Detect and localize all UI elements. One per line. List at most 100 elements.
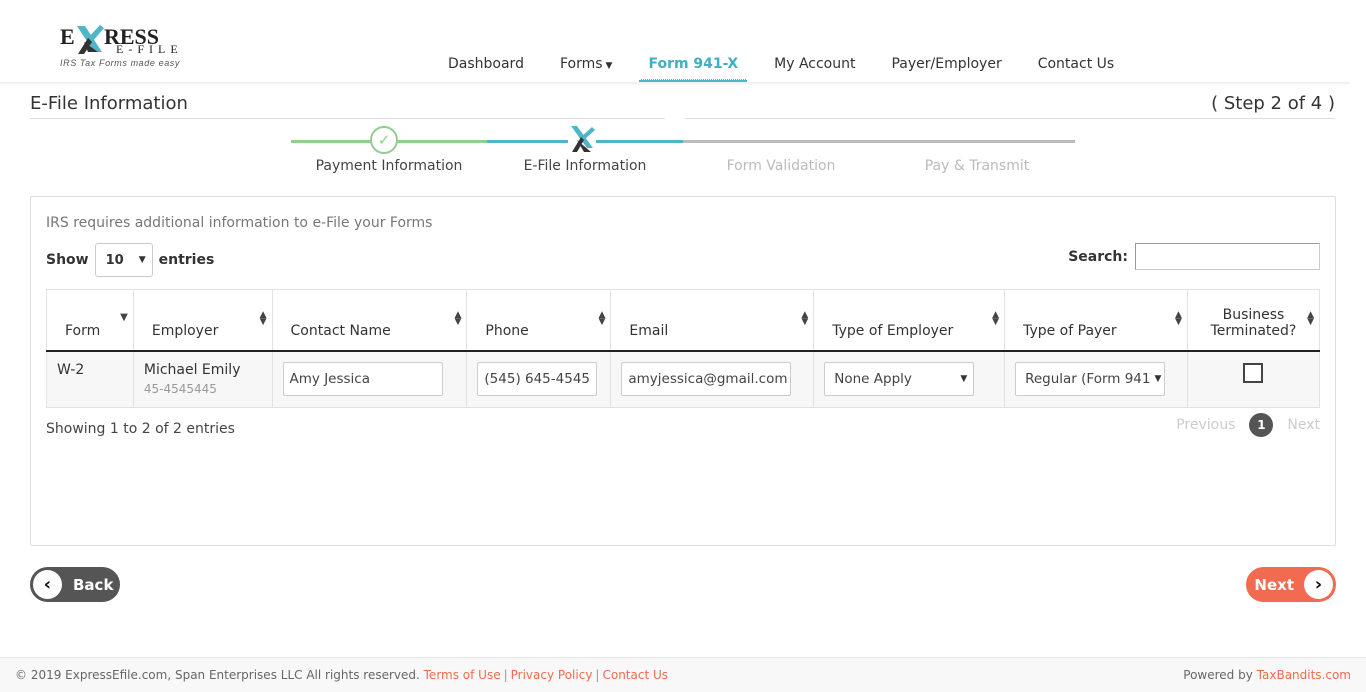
nav-form-941x[interactable]: Form 941-X	[630, 55, 756, 84]
footer: © 2019 ExpressEfile.com, Span Enterprise…	[0, 657, 1366, 692]
progress-stepper: ✓ Payment Information E-File Information…	[291, 124, 1075, 184]
scrollbar-area	[1350, 0, 1366, 80]
cell-business-terminated	[1186, 350, 1321, 408]
dropdown-arrow-icon: ▼	[138, 255, 146, 265]
sort-desc-icon: ▼	[120, 312, 128, 323]
search-input[interactable]	[1135, 243, 1320, 270]
type-of-employer-value: None Apply	[834, 371, 912, 388]
nav-dashboard[interactable]: Dashboard	[430, 55, 542, 77]
cell-phone: (545) 645-4545	[466, 350, 612, 408]
title-divider-right	[685, 118, 1335, 119]
entries-summary: Showing 1 to 2 of 2 entries	[46, 421, 235, 437]
phone-input[interactable]: (545) 645-4545	[477, 362, 598, 397]
logo-x-icon	[74, 22, 104, 56]
sort-icon: ▲ ▼	[1175, 310, 1182, 327]
step-pay-transmit: Pay & Transmit	[924, 158, 1030, 174]
back-button[interactable]: ‹ Back	[30, 567, 120, 602]
column-header-employer[interactable]: Employer ▲ ▼	[132, 289, 273, 352]
column-header-business-terminated[interactable]: Business Terminated? ▲ ▼	[1186, 289, 1321, 352]
current-step-x-icon	[568, 124, 596, 154]
separator: |	[595, 668, 600, 682]
nav-my-account[interactable]: My Account	[756, 55, 873, 77]
privacy-policy-link[interactable]: Privacy Policy	[511, 668, 593, 682]
entries-label: entries	[158, 252, 215, 268]
header: EXPRESS E-FILE IRS Tax Forms made easy D…	[0, 0, 1366, 84]
efile-table: Form ▼ Employer ▲ ▼ Contact Name ▲ ▼ Phone ▲ ▼ …	[46, 289, 1321, 408]
step-form-validation: Form Validation	[726, 158, 836, 174]
step-indicator: ( Step 2 of 4 )	[1211, 93, 1335, 114]
caret-down-icon: ▼	[605, 61, 613, 71]
cell-form: W-2	[46, 350, 134, 408]
express-efile-logo[interactable]: EXPRESS E-FILE IRS Tax Forms made easy	[58, 22, 188, 72]
column-header-phone[interactable]: Phone ▲ ▼	[466, 289, 612, 352]
nav-forms[interactable]: Forms ▼	[542, 55, 630, 77]
chevron-right-icon: ›	[1304, 570, 1333, 599]
employer-name: Michael Emily	[143, 361, 241, 378]
title-divider	[30, 118, 665, 119]
dropdown-arrow-icon: ▼	[960, 374, 968, 385]
next-page-button[interactable]: Next	[1287, 417, 1320, 433]
table-header-row: Form ▼ Employer ▲ ▼ Contact Name ▲ ▼ Phone ▲ ▼ …	[46, 289, 1321, 352]
footer-contact-us-link[interactable]: Contact Us	[602, 668, 668, 682]
employer-ein: 45-4545445	[143, 381, 217, 396]
cell-type-of-employer: None Apply ▼	[813, 350, 1006, 408]
type-of-payer-value: Regular (Form 941	[1025, 371, 1151, 388]
logo-tagline: IRS Tax Forms made easy	[60, 58, 181, 68]
separator: |	[503, 668, 508, 682]
search-control: Search:	[1068, 243, 1320, 270]
footer-copyright-area: © 2019 ExpressEfile.com, Span Enterprise…	[15, 668, 668, 682]
terms-of-use-link[interactable]: Terms of Use	[424, 668, 501, 682]
cell-contact-name: Amy Jessica	[271, 350, 468, 408]
efile-info-panel: IRS requires additional information to e…	[30, 196, 1336, 546]
page-1-button[interactable]: 1	[1249, 413, 1274, 437]
column-header-email[interactable]: Email ▲ ▼	[610, 289, 815, 352]
column-header-type-of-payer[interactable]: Type of Payer ▲ ▼	[1004, 289, 1188, 352]
column-header-form[interactable]: Form ▼	[46, 289, 134, 352]
dropdown-arrow-icon: ▼	[1154, 374, 1162, 385]
cell-email: amyjessica@gmail.com	[610, 350, 815, 408]
business-terminated-checkbox[interactable]	[1243, 363, 1264, 384]
step-payment-information: Payment Information	[315, 158, 463, 174]
cell-type-of-payer: Regular (Form 941 ▼	[1004, 350, 1188, 408]
cell-employer: Michael Emily 45-4545445	[132, 350, 273, 408]
show-label: Show	[46, 252, 89, 268]
sort-icon: ▲ ▼	[801, 310, 809, 327]
next-label: Next	[1254, 575, 1294, 594]
page-title: E-File Information	[30, 93, 188, 114]
table-row: W-2 Michael Emily 45-4545445 Amy Jessica…	[46, 350, 1321, 408]
search-label: Search:	[1068, 248, 1128, 265]
sort-icon: ▲ ▼	[259, 310, 267, 327]
page-size-select[interactable]: 10 ▼	[94, 243, 153, 277]
powered-by: Powered by TaxBandits.com	[1183, 668, 1351, 682]
page-size-value: 10	[105, 252, 124, 268]
column-header-contact-name[interactable]: Contact Name ▲ ▼	[271, 289, 468, 352]
main-nav: Dashboard Forms ▼ Form 941-X My Account P…	[430, 55, 1132, 84]
email-input[interactable]: amyjessica@gmail.com	[621, 362, 792, 397]
chevron-left-icon: ‹	[33, 570, 62, 599]
header-divider	[0, 82, 1350, 85]
nav-forms-label: Forms	[559, 56, 603, 72]
nav-contact-us[interactable]: Contact Us	[1020, 55, 1132, 77]
column-header-type-of-employer[interactable]: Type of Employer ▲ ▼	[813, 289, 1006, 352]
sort-icon: ▲ ▼	[992, 310, 1000, 327]
checkmark-icon: ✓	[370, 126, 398, 154]
back-label: Back	[73, 575, 114, 594]
sort-icon: ▲ ▼	[1307, 310, 1314, 327]
logo-sub: E-FILE	[116, 42, 183, 56]
stepper-segment-pending	[683, 140, 1075, 143]
contact-name-input[interactable]: Amy Jessica	[282, 362, 443, 397]
pagination: Previous 1 Next	[1176, 413, 1320, 437]
type-of-employer-select[interactable]: None Apply ▼	[824, 362, 975, 397]
powered-by-text: Powered by	[1183, 668, 1253, 682]
type-of-payer-select[interactable]: Regular (Form 941 ▼	[1015, 362, 1166, 397]
step-efile-information: E-File Information	[523, 158, 647, 174]
sort-icon: ▲ ▼	[598, 310, 606, 327]
next-button[interactable]: Next ›	[1246, 567, 1336, 602]
sort-icon: ▲ ▼	[454, 310, 462, 327]
irs-requirement-note: IRS requires additional information to e…	[46, 215, 433, 231]
nav-payer-employer[interactable]: Payer/Employer	[873, 55, 1019, 77]
previous-page-button[interactable]: Previous	[1176, 417, 1235, 433]
copyright-text: © 2019 ExpressEfile.com, Span Enterprise…	[15, 668, 420, 682]
page-size-control: Show 10 ▼ entries	[46, 243, 214, 277]
taxbandits-link[interactable]: TaxBandits.com	[1257, 668, 1351, 682]
